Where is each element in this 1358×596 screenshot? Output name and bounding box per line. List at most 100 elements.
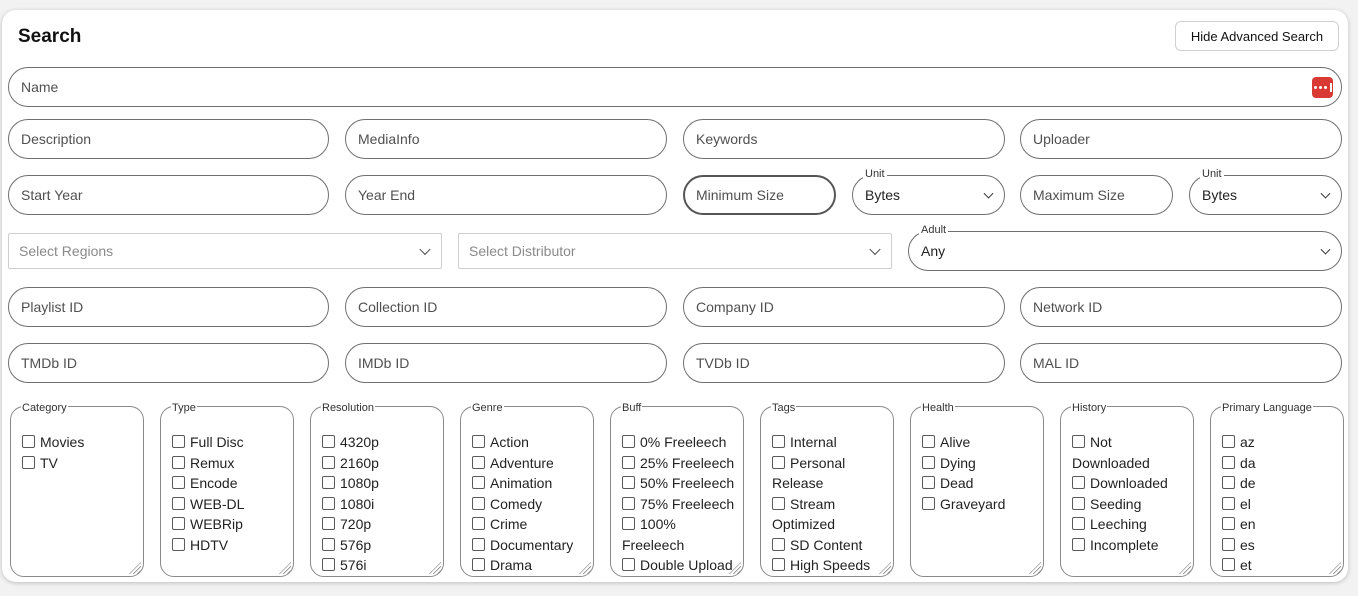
checkbox[interactable] — [1072, 517, 1085, 530]
checkbox[interactable] — [772, 455, 785, 469]
checkbox[interactable] — [622, 476, 635, 489]
collection-id-input[interactable]: Collection ID — [345, 287, 667, 327]
checkbox[interactable] — [922, 435, 935, 448]
checkbox[interactable] — [1222, 537, 1235, 551]
checkbox-option[interactable]: SD Content — [772, 535, 887, 556]
keywords-input[interactable]: Keywords — [683, 119, 1005, 159]
checkbox[interactable] — [472, 455, 485, 469]
checkbox-option[interactable]: Adventure — [472, 453, 587, 474]
checkbox-option[interactable]: TV — [22, 453, 137, 474]
resize-handle[interactable] — [129, 562, 141, 574]
checkbox-option[interactable]: 1080i — [322, 494, 437, 515]
checkbox-option[interactable]: Remux — [172, 453, 287, 474]
checkbox-option[interactable]: Movies — [22, 432, 137, 453]
checkbox[interactable] — [472, 537, 485, 551]
checkbox-option[interactable]: Bookmarked — [772, 576, 887, 577]
checkbox[interactable] — [472, 476, 485, 489]
checkbox-option[interactable]: Encode — [172, 473, 287, 494]
checkbox-option[interactable]: 75% Freeleech — [622, 494, 737, 515]
regions-select[interactable]: Select Regions — [8, 233, 442, 269]
checkbox-option[interactable]: 576p — [322, 535, 437, 556]
checkbox[interactable] — [322, 455, 335, 469]
checkbox-option[interactable]: High Speeds — [772, 555, 887, 576]
checkbox-option[interactable]: de — [1222, 473, 1337, 494]
checkbox[interactable] — [922, 476, 935, 489]
description-input[interactable]: Description — [8, 119, 329, 159]
checkbox-option[interactable]: Not Downloaded — [1072, 432, 1187, 473]
checkbox[interactable] — [322, 435, 335, 448]
checkbox-option[interactable]: Internal — [772, 432, 887, 453]
checkbox-option[interactable]: 50% Freeleech — [622, 473, 737, 494]
resize-handle[interactable] — [1029, 562, 1041, 574]
checkbox-option[interactable]: da — [1222, 453, 1337, 474]
checkbox[interactable] — [772, 537, 785, 551]
checkbox[interactable] — [22, 455, 35, 469]
checkbox[interactable] — [622, 435, 635, 448]
year-end-input[interactable]: Year End — [345, 175, 667, 215]
checkbox-option[interactable]: 720p — [322, 514, 437, 535]
checkbox-option[interactable]: Graveyard — [922, 494, 1037, 515]
adult-select[interactable]: Adult Any — [908, 223, 1342, 271]
checkbox-option[interactable]: Documentary — [472, 535, 587, 556]
checkbox[interactable] — [1222, 558, 1235, 571]
resize-handle[interactable] — [1179, 562, 1191, 574]
checkbox[interactable] — [622, 517, 635, 530]
password-manager-icon[interactable] — [1312, 77, 1333, 98]
checkbox-option[interactable]: Alive — [922, 432, 1037, 453]
checkbox-option[interactable]: 1080p — [322, 473, 437, 494]
company-id-input[interactable]: Company ID — [683, 287, 1005, 327]
checkbox-option[interactable]: Animation — [472, 473, 587, 494]
checkbox[interactable] — [622, 496, 635, 510]
checkbox-option[interactable]: Full Disc — [172, 432, 287, 453]
checkbox[interactable] — [1222, 496, 1235, 510]
checkbox[interactable] — [472, 517, 485, 530]
checkbox-option[interactable]: 25% Freeleech — [622, 453, 737, 474]
checkbox[interactable] — [172, 476, 185, 489]
checkbox[interactable] — [922, 455, 935, 469]
network-id-input[interactable]: Network ID — [1020, 287, 1342, 327]
checkbox[interactable] — [1222, 517, 1235, 530]
checkbox[interactable] — [1072, 496, 1085, 510]
genre-group[interactable]: Action Adventure Animation Comedy Crime Docum… — [460, 406, 594, 577]
checkbox-option[interactable]: Personal Release — [772, 453, 887, 494]
maximum-size-unit-select[interactable]: Unit Bytes — [1189, 167, 1342, 215]
health-group[interactable]: Alive Dying Dead Graveyard — [910, 406, 1044, 577]
checkbox[interactable] — [322, 496, 335, 510]
checkbox[interactable] — [1222, 476, 1235, 489]
checkbox[interactable] — [622, 558, 635, 571]
checkbox-option[interactable]: Stream Optimized — [772, 494, 887, 535]
checkbox-option[interactable]: 2160p — [322, 453, 437, 474]
checkbox[interactable] — [172, 517, 185, 530]
checkbox[interactable] — [22, 435, 35, 448]
checkbox[interactable] — [1222, 455, 1235, 469]
checkbox-option[interactable]: Action — [472, 432, 587, 453]
checkbox[interactable] — [322, 476, 335, 489]
checkbox[interactable] — [1072, 537, 1085, 551]
checkbox-option[interactable]: az — [1222, 432, 1337, 453]
category-group[interactable]: Movies TV — [10, 406, 144, 577]
tags-group[interactable]: Internal Personal Release Stream Optimized… — [760, 406, 894, 577]
checkbox[interactable] — [322, 537, 335, 551]
checkbox-option[interactable]: 100% Freeleech — [622, 514, 737, 555]
checkbox-option[interactable]: fr — [1222, 576, 1337, 577]
checkbox-option[interactable]: 480p — [322, 576, 437, 577]
checkbox[interactable] — [622, 455, 635, 469]
checkbox[interactable] — [472, 435, 485, 448]
name-input[interactable]: Name — [8, 67, 1342, 107]
checkbox[interactable] — [172, 496, 185, 510]
checkbox-option[interactable]: Crime — [472, 514, 587, 535]
checkbox[interactable] — [772, 496, 785, 510]
uploader-input[interactable]: Uploader — [1020, 119, 1342, 159]
checkbox-option[interactable]: el — [1222, 494, 1337, 515]
checkbox[interactable] — [322, 558, 335, 571]
checkbox-option[interactable]: Leeching — [1072, 514, 1187, 535]
distributor-select[interactable]: Select Distributor — [458, 233, 892, 269]
checkbox-option[interactable]: es — [1222, 535, 1337, 556]
checkbox-option[interactable]: 4320p — [322, 432, 437, 453]
hide-advanced-search-button[interactable]: Hide Advanced Search — [1175, 21, 1339, 51]
checkbox[interactable] — [922, 496, 935, 510]
minimum-size-input[interactable]: Minimum Size — [683, 175, 836, 215]
type-group[interactable]: Full Disc Remux Encode WEB-DL WEBRip HDTV — [160, 406, 294, 577]
history-group[interactable]: Not Downloaded Downloaded Seeding Leeching I… — [1060, 406, 1194, 577]
checkbox-option[interactable]: Seeding — [1072, 494, 1187, 515]
